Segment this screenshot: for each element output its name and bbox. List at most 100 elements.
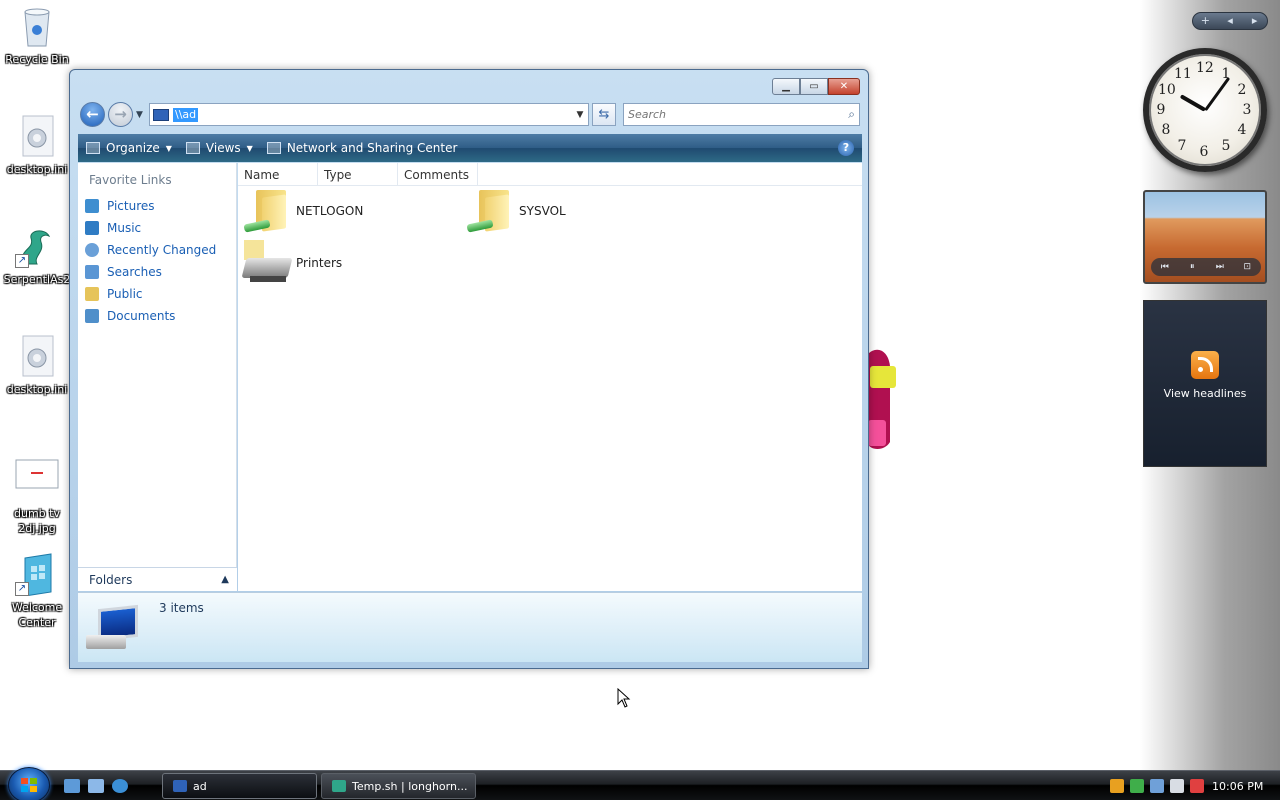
printer-icon: [241, 240, 293, 286]
share-item-sysvol[interactable]: SYSVOL: [465, 188, 566, 234]
search-box[interactable]: ⌕: [623, 103, 860, 126]
view-headlines-link[interactable]: View headlines: [1144, 387, 1266, 400]
minimize-button[interactable]: ▁: [772, 78, 800, 95]
search-icon[interactable]: ⌕: [848, 107, 855, 122]
desktop: Recycle Bin desktop.ini ↗ SerpentIAs2 de…: [0, 0, 1280, 770]
organize-menu[interactable]: Organize ▼: [86, 141, 172, 155]
recycle-bin-icon: [15, 4, 59, 48]
chevron-up-icon: ▲: [221, 574, 229, 585]
desktop-ini-icon[interactable]: desktop.ini: [2, 334, 72, 397]
chevron-down-icon: ▼: [165, 143, 172, 153]
sidebar-controls: + ◂ ▸: [1192, 12, 1268, 30]
slideshow-prev-icon[interactable]: ⏮: [1151, 262, 1179, 272]
favorite-link-pictures[interactable]: Pictures: [78, 195, 236, 217]
taskbar-button-ad[interactable]: ad: [162, 773, 317, 799]
back-button[interactable]: ←: [80, 102, 105, 127]
clock-number: 4: [1237, 122, 1247, 138]
welcome-center-shortcut-icon[interactable]: ↗ Welcome Center: [2, 552, 72, 630]
column-header-type[interactable]: Type: [318, 163, 398, 185]
clock-number: 12: [1196, 60, 1214, 76]
refresh-button[interactable]: ⇆: [592, 103, 616, 126]
network-status-icon[interactable]: [1170, 779, 1184, 793]
computer-icon: [84, 604, 140, 655]
clock-number: 10: [1158, 82, 1176, 98]
slideshow-view-icon[interactable]: ⊡: [1234, 262, 1262, 272]
windows-update-icon[interactable]: [1130, 779, 1144, 793]
show-desktop-icon[interactable]: [64, 779, 80, 793]
item-count: 3 items: [159, 601, 204, 615]
recent-pages-dropdown-icon[interactable]: ▼: [136, 110, 143, 120]
favorite-link-recently-changed[interactable]: Recently Changed: [78, 239, 236, 261]
desktop-icon-label: dumb tv 2dj.jpg: [14, 507, 60, 535]
system-clock[interactable]: 10:06 PM: [1212, 780, 1263, 793]
column-headers: Name Type Comments: [238, 163, 862, 186]
slideshow-gadget[interactable]: ⏮ ⏸ ⏭ ⊡: [1143, 190, 1267, 284]
close-button[interactable]: ✕: [828, 78, 860, 95]
favorite-links-header: Favorite Links: [89, 173, 172, 187]
column-header-comments[interactable]: Comments: [398, 163, 478, 185]
slideshow-controls: ⏮ ⏸ ⏭ ⊡: [1151, 258, 1261, 276]
favorite-link-public[interactable]: Public: [78, 283, 236, 305]
address-dropdown-icon[interactable]: ▼: [572, 110, 588, 120]
wallpaper-shape: [868, 348, 898, 450]
column-header-name[interactable]: Name: [238, 163, 318, 185]
help-button[interactable]: ?: [838, 140, 854, 156]
recycle-bin-desktop-icon[interactable]: Recycle Bin: [2, 4, 72, 67]
views-menu[interactable]: Views ▼: [185, 141, 253, 155]
music-icon: [85, 221, 99, 235]
shortcut-arrow-icon: ↗: [15, 582, 29, 596]
searches-icon: [85, 265, 99, 279]
desktop-icon-label: desktop.ini: [6, 163, 68, 176]
search-input[interactable]: [628, 108, 849, 121]
slideshow-pause-icon[interactable]: ⏸: [1179, 262, 1207, 272]
serpent-shortcut-icon[interactable]: ↗ SerpentIAs2: [2, 224, 72, 287]
desktop-ini-icon[interactable]: desktop.ini: [2, 114, 72, 177]
share-item-netlogon[interactable]: NETLOGON: [242, 188, 363, 234]
network-icon: [266, 142, 281, 154]
desktop-icon-label: Welcome Center: [11, 601, 63, 629]
clock-number: 3: [1242, 102, 1252, 118]
address-bar[interactable]: \\ad ▼: [149, 103, 589, 126]
folders-toggle[interactable]: Folders ▲: [78, 567, 237, 591]
mouse-cursor-icon: [617, 688, 631, 708]
favorite-link-music[interactable]: Music: [78, 217, 236, 239]
next-gadget-button[interactable]: ▸: [1242, 13, 1267, 29]
feed-headlines-gadget[interactable]: View headlines: [1143, 300, 1267, 467]
favorite-link-documents[interactable]: Documents: [78, 305, 236, 327]
volume-muted-icon[interactable]: [1190, 779, 1204, 793]
views-label: Views: [205, 141, 241, 155]
item-label: SYSVOL: [519, 204, 566, 218]
network-computer-icon: [173, 780, 187, 792]
image-file-icon[interactable]: dumb tv 2dj.jpg: [2, 458, 72, 536]
chevron-down-icon: ▼: [246, 143, 253, 153]
clock-number: 11: [1174, 66, 1192, 82]
windows-logo-icon: [21, 778, 38, 793]
address-value[interactable]: \\ad: [173, 107, 199, 122]
switch-windows-icon[interactable]: [88, 779, 104, 793]
settings-file-icon: [15, 114, 59, 158]
maximize-button[interactable]: ▭: [800, 78, 828, 95]
clock-number: 8: [1161, 122, 1171, 138]
clock-minute-hand: [1204, 77, 1231, 112]
recently-changed-icon: [85, 243, 99, 257]
share-item-printers[interactable]: Printers: [241, 240, 342, 286]
clock-gadget[interactable]: 12 1 2 3 4 5 6 7 8 9 10 11: [1143, 48, 1267, 172]
favorite-link-searches[interactable]: Searches: [78, 261, 236, 283]
clock-number: 5: [1221, 138, 1231, 154]
security-shield-icon[interactable]: [1110, 779, 1124, 793]
settings-file-icon: [15, 334, 59, 378]
network-sharing-center-button[interactable]: Network and Sharing Center: [266, 141, 458, 155]
internet-explorer-icon[interactable]: [112, 779, 128, 793]
network-sharing-label: Network and Sharing Center: [286, 141, 458, 155]
organize-icon: [86, 142, 100, 154]
start-button[interactable]: [8, 767, 50, 800]
slideshow-next-icon[interactable]: ⏭: [1206, 262, 1234, 272]
add-gadget-button[interactable]: +: [1193, 13, 1218, 29]
shared-folder-icon: [242, 188, 288, 234]
notification-area: 10:06 PM: [1110, 771, 1280, 800]
taskbar-button-temp-sh[interactable]: Temp.sh | longhorn...: [321, 773, 476, 799]
previous-gadget-button[interactable]: ◂: [1218, 13, 1243, 29]
clock-number: 9: [1156, 102, 1166, 118]
forward-button[interactable]: →: [108, 102, 133, 127]
tray-app-icon[interactable]: [1150, 779, 1164, 793]
